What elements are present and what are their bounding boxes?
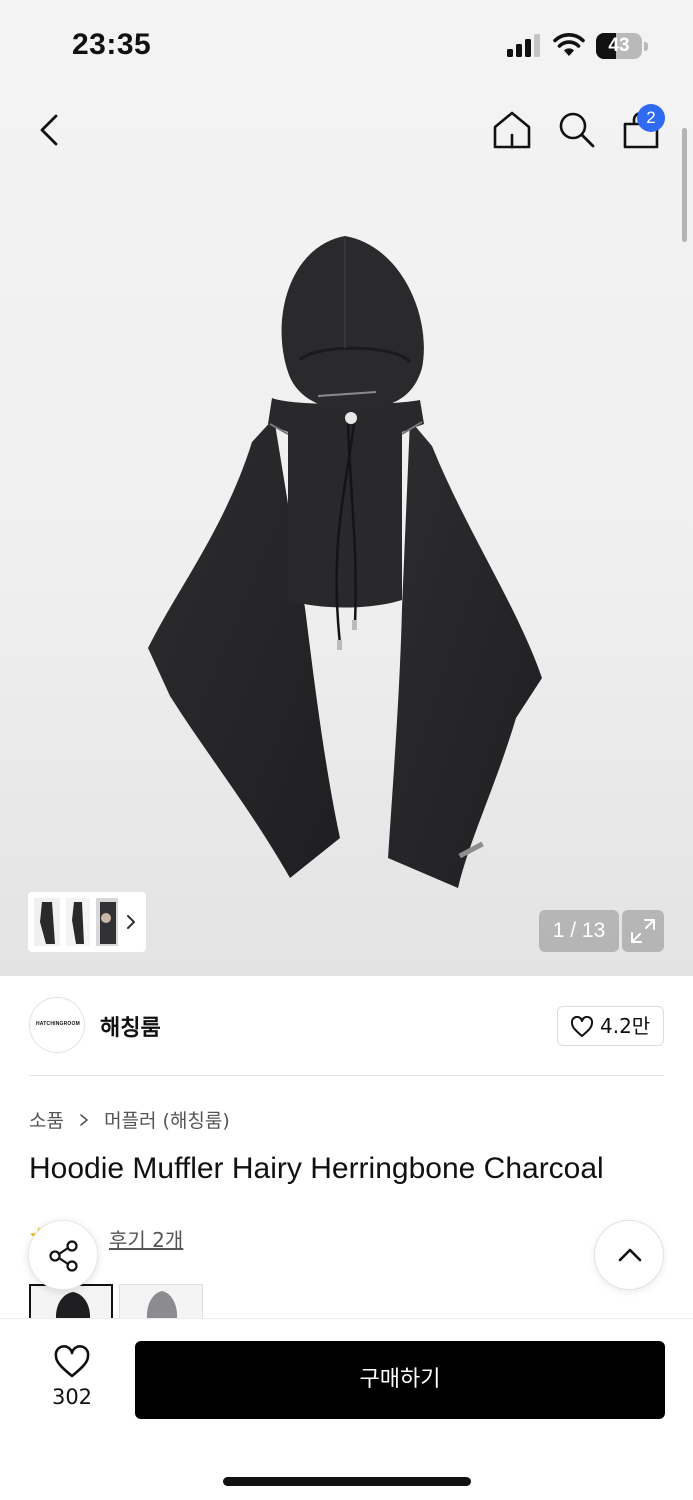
share-icon — [49, 1240, 78, 1272]
wishlist-count: 302 — [51, 1385, 93, 1409]
product-photo — [148, 236, 542, 888]
product-detail-screen: 23:35 43 2 1 / 13 HATCHINGROOM 해칭룸 4.2만 … — [0, 0, 693, 1500]
bottom-action-bar: 302 구매하기 — [0, 1318, 693, 1500]
product-image-gallery[interactable]: 2 1 / 13 — [0, 92, 693, 976]
brand-like-count: 4.2만 — [600, 1014, 651, 1038]
buy-button[interactable]: 구매하기 — [135, 1341, 665, 1419]
brand-logo-text: HATCHINGROOM — [36, 1021, 80, 1027]
signal-icon — [507, 34, 540, 57]
expand-icon[interactable] — [622, 910, 664, 952]
cart-count-badge: 2 — [637, 104, 665, 132]
chevron-right-icon — [127, 915, 135, 929]
scroll-indicator — [682, 128, 687, 242]
share-button[interactable] — [28, 1220, 98, 1290]
back-icon[interactable] — [30, 110, 70, 150]
status-bar: 23:35 43 — [0, 0, 693, 92]
breadcrumb: 소품 머플러 (해칭룸) — [29, 1106, 230, 1136]
thumbnail-strip[interactable] — [28, 892, 146, 952]
status-time: 23:35 — [72, 28, 152, 61]
image-counter: 1 / 13 — [539, 910, 619, 952]
heart-icon — [570, 1016, 594, 1037]
battery-percentage: 43 — [608, 35, 630, 56]
breadcrumb-category[interactable]: 소품 — [29, 1110, 64, 1132]
battery-icon: 43 — [596, 33, 648, 59]
divider — [29, 1075, 664, 1076]
review-count-link[interactable]: 후기 2개 — [109, 1224, 183, 1253]
brand-name[interactable]: 해칭룸 — [100, 1010, 161, 1042]
wifi-icon — [553, 33, 585, 56]
heart-icon — [54, 1345, 90, 1378]
brand-like-button[interactable]: 4.2만 — [557, 1006, 664, 1046]
chevron-right-icon — [80, 1113, 88, 1126]
search-icon[interactable] — [555, 108, 597, 150]
home-indicator — [223, 1477, 471, 1486]
product-title: Hoodie Muffler Hairy Herringbone Charcoa… — [29, 1152, 604, 1185]
home-icon[interactable] — [490, 108, 534, 152]
wishlist-button[interactable]: 302 — [40, 1343, 104, 1413]
scroll-to-top-button[interactable] — [594, 1220, 664, 1290]
breadcrumb-subcategory[interactable]: 머플러 (해칭룸) — [104, 1110, 230, 1132]
chevron-up-icon — [618, 1248, 642, 1262]
brand-logo[interactable]: HATCHINGROOM — [29, 997, 85, 1053]
